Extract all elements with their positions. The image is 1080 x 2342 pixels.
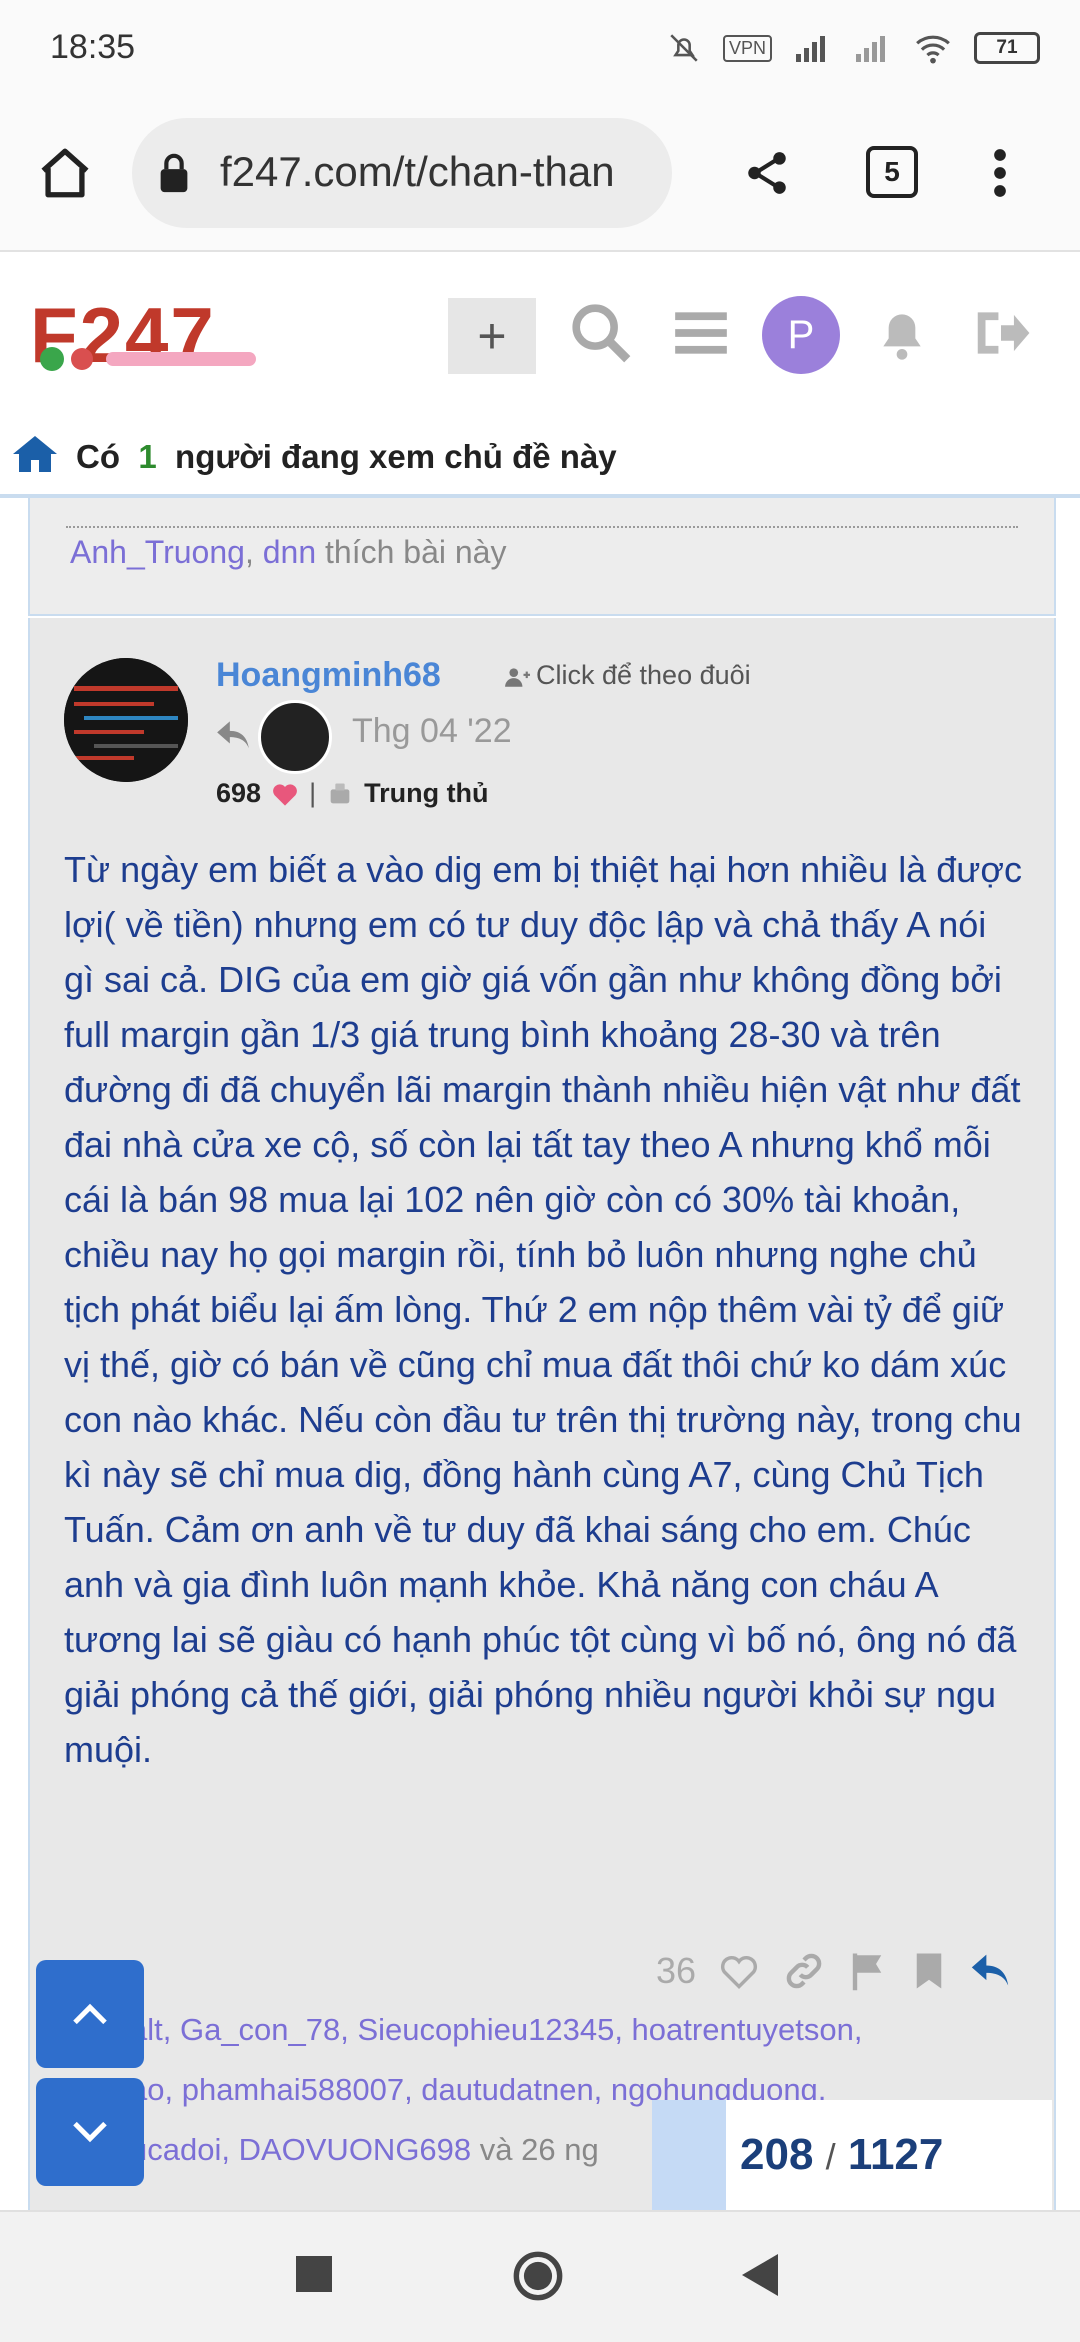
- battery-icon: 71: [974, 32, 1040, 64]
- trophy-icon: [330, 783, 350, 803]
- viewers-count: 1: [138, 438, 157, 475]
- scroll-down-button[interactable]: [36, 2078, 144, 2186]
- likers-suffix: thích bài này: [325, 534, 507, 570]
- previous-post-likers: Anh_Truong, dnn thích bài này: [70, 534, 507, 570]
- total-posts: 1127: [847, 2130, 944, 2179]
- divider: [66, 526, 1018, 528]
- like-count: 36: [656, 1950, 697, 1991]
- search-icon[interactable]: [566, 298, 636, 368]
- link-icon[interactable]: [782, 1949, 826, 1993]
- more-menu-icon[interactable]: [985, 146, 1015, 200]
- liker-link[interactable]: dnn: [263, 534, 316, 570]
- position-separator: /: [825, 2136, 836, 2177]
- follow-button[interactable]: Click để theo đuôi: [504, 660, 751, 691]
- new-topic-button[interactable]: +: [448, 298, 536, 374]
- likers-line[interactable]: ucadoi, DAOVUONG698 và 26 ng: [130, 2132, 599, 2168]
- hamburger-menu-icon[interactable]: [670, 302, 732, 364]
- post-actions: 36: [656, 1946, 1012, 1996]
- bookmark-icon[interactable]: [912, 1950, 946, 1992]
- lock-icon[interactable]: [156, 152, 192, 194]
- author-avatar[interactable]: [64, 658, 188, 782]
- heart-icon: [273, 783, 297, 806]
- reply-to-avatar[interactable]: [258, 700, 332, 774]
- vpn-badge: VPN: [722, 34, 772, 62]
- stock-chart-image: [64, 658, 188, 782]
- signal-2-icon: [856, 36, 885, 62]
- viewers-suffix: người đang xem chủ đề này: [175, 438, 617, 475]
- chevron-up-icon: [73, 2003, 107, 2025]
- likers-line[interactable]: alt, Ga_con_78, Sieucophieu12345, hoatre…: [130, 2012, 863, 2048]
- heart-count: 698: [216, 778, 262, 808]
- scroll-up-button[interactable]: [36, 1960, 144, 2068]
- share-icon[interactable]: [742, 148, 792, 198]
- tab-switcher-button[interactable]: 5: [866, 146, 918, 198]
- current-post: 208: [740, 2130, 814, 2179]
- author-badge: Trung thủ: [364, 778, 489, 808]
- mute-bell-icon: [670, 34, 698, 62]
- follow-label: Click để theo đuôi: [536, 660, 751, 690]
- recents-icon[interactable]: [296, 2256, 332, 2292]
- like-heart-icon[interactable]: [718, 1952, 760, 1990]
- logout-icon[interactable]: [968, 302, 1034, 364]
- author-stats: 698 | Trung thủ: [216, 778, 489, 809]
- user-avatar[interactable]: P: [762, 296, 840, 374]
- chevron-down-icon: [73, 2121, 107, 2143]
- likers-names[interactable]: ucadoi, DAOVUONG698: [130, 2132, 471, 2167]
- wifi-icon: [916, 35, 950, 64]
- home-nav-icon[interactable]: [512, 2250, 564, 2302]
- notification-bell-icon[interactable]: [870, 300, 934, 366]
- likers-more[interactable]: và 26 ng: [480, 2132, 599, 2167]
- signal-icon: [796, 36, 825, 62]
- post-body: Từ ngày em biết a vào dig em bị thiệt hạ…: [64, 849, 1022, 1770]
- home-icon[interactable]: [36, 144, 94, 202]
- status-icons: VPN 71: [667, 28, 1040, 68]
- post-position-text[interactable]: 208 / 1127: [740, 2130, 943, 2180]
- reply-to-icon: [217, 721, 249, 749]
- status-time: 18:35: [50, 28, 136, 66]
- viewers-prefix: Có: [76, 438, 120, 475]
- author-name[interactable]: Hoangminh68: [216, 656, 441, 695]
- progress-highlight: [652, 2100, 726, 2210]
- home-icon[interactable]: [10, 432, 60, 476]
- reply-icon[interactable]: [968, 1951, 1012, 1991]
- viewers-text: Có 1 người đang xem chủ đề này: [76, 438, 617, 476]
- back-icon[interactable]: [742, 2254, 778, 2296]
- post-date[interactable]: Thg 04 '22: [352, 712, 512, 751]
- stats-separator: |: [309, 778, 317, 808]
- url-text[interactable]: f247.com/t/chan-than: [220, 148, 660, 196]
- flag-icon[interactable]: [848, 1950, 890, 1992]
- add-user-icon: [505, 668, 530, 687]
- liker-link[interactable]: Anh_Truong: [70, 534, 245, 570]
- logo-decoration: [40, 347, 256, 371]
